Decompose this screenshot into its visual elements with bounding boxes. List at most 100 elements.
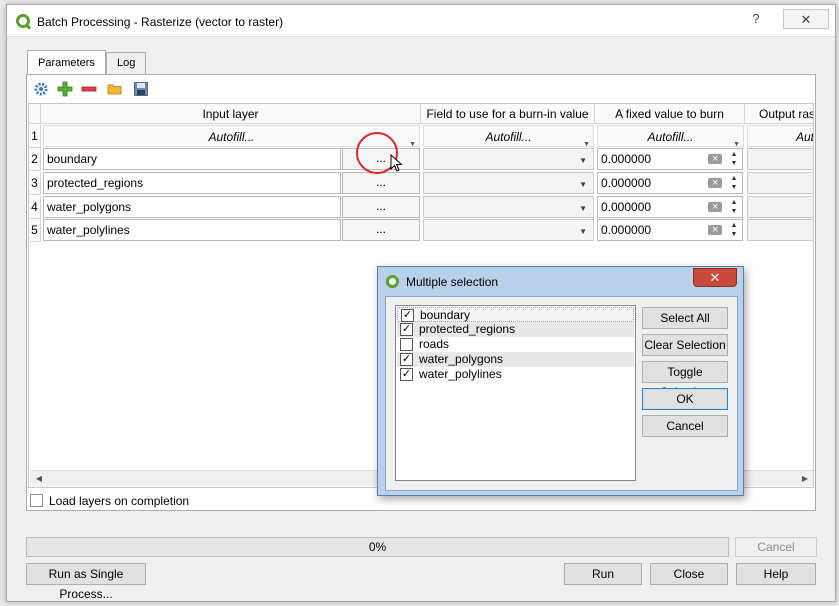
autofill-label: Autofill...: [208, 130, 255, 144]
ok-button[interactable]: OK: [642, 388, 728, 410]
row-number: 4: [29, 196, 41, 219]
list-item[interactable]: ✓ boundary: [397, 307, 634, 322]
header-fixed-value[interactable]: A fixed value to burn: [595, 104, 745, 124]
checkbox-checked[interactable]: ✓: [400, 353, 413, 366]
autofill-output-raster[interactable]: Aut: [747, 125, 814, 147]
window-close-button[interactable]: ✕: [783, 9, 829, 29]
load-layers-checkbox[interactable]: [30, 494, 43, 507]
list-item[interactable]: roads: [397, 337, 634, 352]
clear-value-icon[interactable]: [708, 220, 722, 240]
fixed-value-text: 0.000000: [601, 152, 652, 166]
checkbox-checked[interactable]: ✓: [400, 368, 413, 381]
dialog-body: ✓ boundary ✓ protected_regions roads ✓ w…: [385, 296, 738, 491]
chevron-down-icon: ▼: [579, 156, 587, 165]
checkbox-checked[interactable]: ✓: [401, 309, 414, 322]
multiple-selection-dialog: Multiple selection ✕ ✓ boundary ✓ protec…: [377, 266, 744, 496]
output-raster-field[interactable]: [747, 219, 813, 241]
header-output-raster[interactable]: Output ras: [745, 104, 813, 124]
toggle-selection-button[interactable]: Toggle Selection: [642, 361, 728, 399]
autofill-label: Aut: [795, 130, 814, 144]
input-layer-field[interactable]: protected_regions: [43, 172, 341, 194]
dialog-cancel-button[interactable]: Cancel: [642, 415, 728, 437]
scroll-left-icon[interactable]: ◀: [32, 473, 46, 485]
header-input-layer[interactable]: Input layer: [41, 104, 421, 124]
add-row-plus-icon[interactable]: [55, 79, 75, 99]
autofill-fixed-value[interactable]: Autofill... ▼: [597, 125, 744, 148]
tab-log[interactable]: Log: [106, 52, 147, 74]
fixed-value-spinbox[interactable]: 0.000000 ▲▼: [597, 219, 743, 241]
row-number: 3: [29, 172, 41, 195]
row-number: 1: [29, 125, 41, 148]
window-help-button[interactable]: ?: [733, 9, 779, 29]
scroll-right-icon[interactable]: ▶: [798, 473, 812, 485]
save-disk-icon[interactable]: [131, 79, 151, 99]
output-raster-field[interactable]: [747, 172, 813, 194]
fixed-value-spinbox[interactable]: 0.000000 ▲▼: [597, 196, 743, 218]
run-single-process-button[interactable]: Run as Single Process...: [26, 563, 146, 601]
clear-value-icon[interactable]: [708, 149, 722, 169]
chevron-down-icon: ▼: [579, 227, 587, 236]
list-item[interactable]: ✓ protected_regions: [397, 322, 634, 337]
autofill-label: Autofill...: [485, 130, 532, 144]
chevron-down-icon: ▼: [579, 180, 587, 189]
remove-row-minus-icon[interactable]: [79, 79, 99, 99]
spin-arrows-icon[interactable]: ▲ ▼: [728, 221, 740, 239]
checkbox-unchecked[interactable]: [400, 338, 413, 351]
close-button[interactable]: Close: [650, 563, 728, 585]
fixed-value-text: 0.000000: [601, 223, 652, 237]
list-item-label: roads: [419, 337, 450, 351]
fixed-value-spinbox[interactable]: 0.000000 ▲▼: [597, 172, 743, 194]
autofill-burn-field[interactable]: Autofill... ▼: [423, 125, 594, 148]
select-all-button[interactable]: Select All: [642, 307, 728, 329]
cancel-button[interactable]: Cancel: [735, 537, 817, 557]
input-layer-field[interactable]: water_polylines: [43, 219, 341, 241]
clear-value-icon[interactable]: [708, 173, 722, 193]
help-button[interactable]: Help: [736, 563, 816, 585]
burn-field-combo[interactable]: ▼: [423, 172, 594, 194]
row-number: 2: [29, 148, 41, 171]
tab-parameters[interactable]: Parameters: [27, 50, 106, 74]
select-layers-button[interactable]: ...: [342, 172, 420, 194]
fixed-value-text: 0.000000: [601, 176, 652, 190]
burn-field-combo[interactable]: ▼: [423, 148, 594, 170]
list-item-label: protected_regions: [419, 322, 516, 336]
select-layers-button[interactable]: ...: [342, 196, 420, 218]
row-number: 5: [29, 219, 41, 242]
window-title: Batch Processing - Rasterize (vector to …: [37, 15, 284, 29]
spin-arrows-icon[interactable]: ▲ ▼: [728, 150, 740, 168]
list-item[interactable]: ✓ water_polylines: [397, 367, 634, 382]
chevron-down-icon: ▼: [579, 204, 587, 213]
qgis-logo-icon: [386, 275, 399, 288]
output-raster-field[interactable]: [747, 148, 813, 170]
dialog-close-button[interactable]: ✕: [693, 268, 737, 287]
header-burn-field[interactable]: Field to use for a burn-in value: [421, 104, 595, 124]
fixed-value-spinbox[interactable]: 0.000000 ▲▼: [597, 148, 743, 170]
qgis-logo-icon: [16, 14, 30, 28]
output-raster-field[interactable]: [747, 196, 813, 218]
select-layers-button[interactable]: ...: [342, 219, 420, 241]
clear-value-icon[interactable]: [708, 197, 722, 217]
open-folder-icon[interactable]: [105, 79, 125, 99]
input-layer-field[interactable]: water_polygons: [43, 196, 341, 218]
list-item-label: water_polygons: [419, 352, 504, 366]
dialog-title: Multiple selection: [406, 275, 499, 289]
autofill-label: Autofill...: [647, 130, 694, 144]
list-item-label: boundary: [420, 308, 471, 322]
spin-arrows-icon[interactable]: ▲ ▼: [728, 198, 740, 216]
list-item-label: water_polylines: [419, 367, 502, 381]
progress-bar: 0%: [26, 537, 729, 557]
checkbox-checked[interactable]: ✓: [400, 323, 413, 336]
spin-arrows-icon[interactable]: ▲ ▼: [728, 174, 740, 192]
burn-field-combo[interactable]: ▼: [423, 196, 594, 218]
advanced-gear-icon[interactable]: [31, 79, 51, 99]
fixed-value-text: 0.000000: [601, 200, 652, 214]
title-bar: Batch Processing - Rasterize (vector to …: [7, 5, 835, 37]
load-layers-label: Load layers on completion: [49, 494, 190, 508]
clear-selection-button[interactable]: Clear Selection: [642, 334, 728, 356]
input-layer-field[interactable]: boundary: [43, 148, 341, 170]
burn-field-combo[interactable]: ▼: [423, 219, 594, 241]
run-button[interactable]: Run: [564, 563, 642, 585]
header-corner: [29, 104, 41, 124]
list-item[interactable]: ✓ water_polygons: [397, 352, 634, 367]
layer-list: ✓ boundary ✓ protected_regions roads ✓ w…: [395, 305, 636, 481]
